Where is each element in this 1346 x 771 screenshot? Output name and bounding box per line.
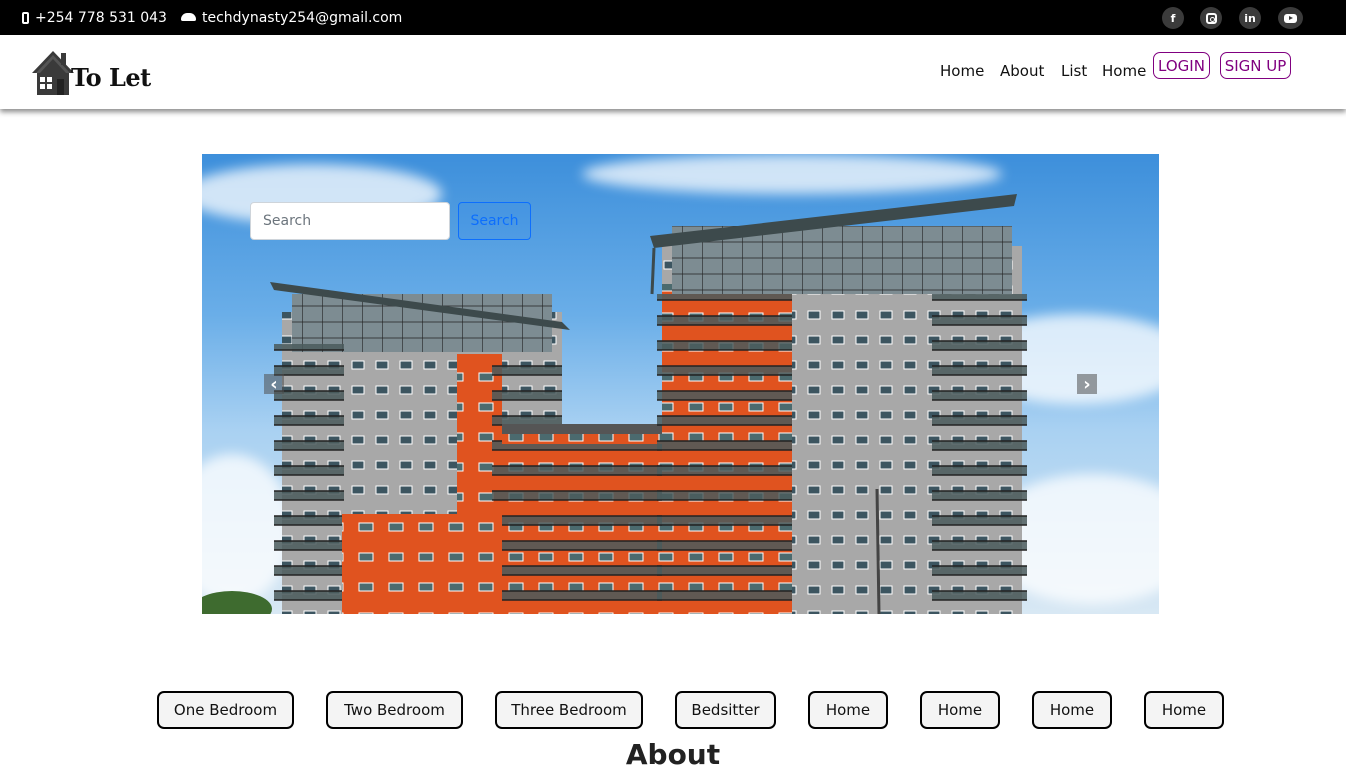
email-address: techdynasty254@gmail.com <box>202 9 403 26</box>
nav-home[interactable]: Home <box>940 62 984 80</box>
top-contact-bar: +254 778 531 043 techdynasty254@gmail.co… <box>0 0 1346 35</box>
chevron-right-icon[interactable]: › <box>1077 374 1097 395</box>
category-two-bedroom[interactable]: Two Bedroom <box>326 691 463 729</box>
category-bedsitter[interactable]: Bedsitter <box>675 691 776 729</box>
linkedin-icon[interactable]: in <box>1239 7 1261 29</box>
login-button[interactable]: LOGIN <box>1153 52 1210 79</box>
category-one-bedroom[interactable]: One Bedroom <box>157 691 294 729</box>
hero-carousel: Search ‹ › <box>202 154 1159 614</box>
phone-contact: +254 778 531 043 <box>22 0 167 35</box>
category-home-3[interactable]: Home <box>1032 691 1112 729</box>
search-input[interactable] <box>250 202 450 240</box>
email-icon <box>181 12 196 21</box>
category-home-2[interactable]: Home <box>920 691 1000 729</box>
main-navbar: To Let Home About List Home LOGIN SIGN U… <box>0 35 1346 109</box>
phone-number: +254 778 531 043 <box>35 9 167 26</box>
nav-list[interactable]: List <box>1061 62 1087 80</box>
house-icon <box>32 51 74 95</box>
instagram-icon[interactable] <box>1200 7 1222 29</box>
youtube-icon[interactable] <box>1278 7 1303 29</box>
site-logo[interactable]: To Let <box>31 49 156 97</box>
nav-about[interactable]: About <box>1000 62 1044 80</box>
logo-text: To Let <box>71 63 151 92</box>
category-three-bedroom[interactable]: Three Bedroom <box>495 691 643 729</box>
signup-button[interactable]: SIGN UP <box>1220 52 1291 79</box>
facebook-icon[interactable]: f <box>1162 7 1184 29</box>
chevron-left-icon[interactable]: ‹ <box>264 374 284 395</box>
category-home-1[interactable]: Home <box>808 691 888 729</box>
category-home-4[interactable]: Home <box>1144 691 1224 729</box>
about-heading: About <box>625 738 721 771</box>
search-button[interactable]: Search <box>458 202 531 240</box>
nav-home-2[interactable]: Home <box>1102 62 1146 80</box>
email-contact: techdynasty254@gmail.com <box>181 0 402 35</box>
phone-icon <box>22 11 29 24</box>
